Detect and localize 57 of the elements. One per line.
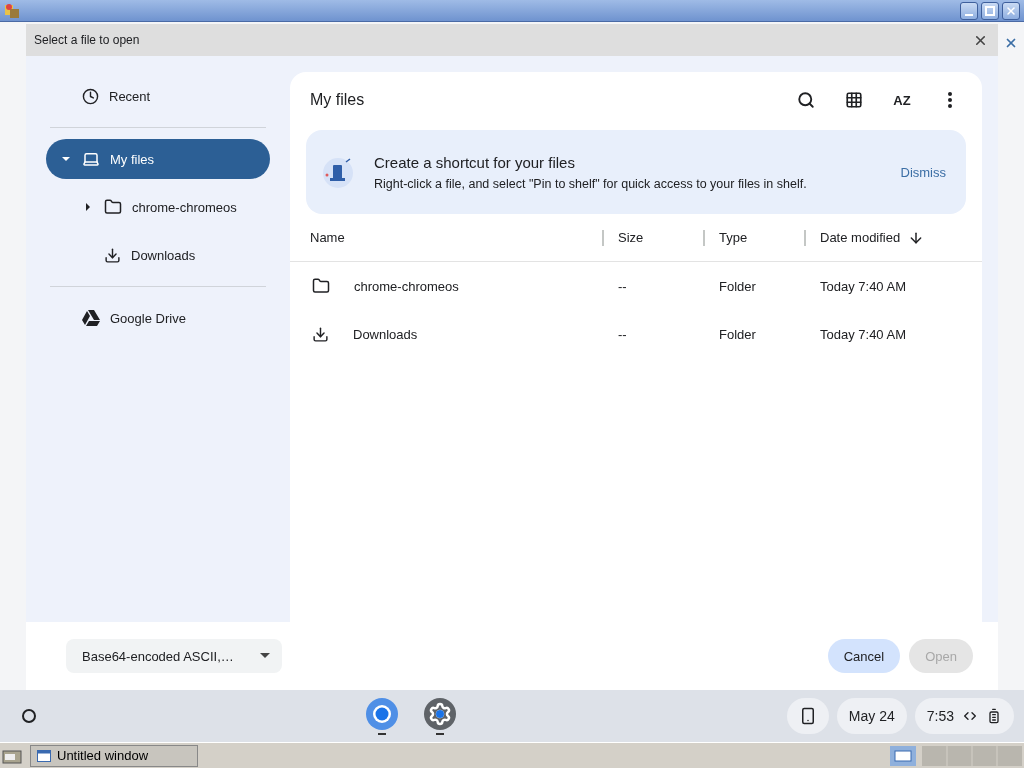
column-header[interactable]: Type: [719, 230, 748, 245]
maximize-icon: [985, 5, 995, 16]
size-cell-text: --: [617, 326, 628, 342]
clock-time: 7:53: [926, 708, 954, 724]
date-cell-text: Today 7:40 AM: [819, 278, 907, 294]
sidebar-item[interactable]: Google Drive: [46, 298, 270, 338]
file-name[interactable]: chrome-chromeos: [354, 278, 459, 294]
date-cell-text: Today 7:40 AM: [819, 326, 907, 342]
close-icon: [1005, 4, 1017, 17]
phone-hub-button[interactable]: [786, 698, 829, 734]
dialog-title: Select a file to open: [34, 33, 140, 47]
taskbar-window-button[interactable]: Untitled window: [30, 744, 198, 767]
launcher-icon[interactable]: [22, 709, 36, 723]
size-cell-text: --: [617, 278, 628, 294]
file-type-dropdown[interactable]: Base64-encoded ASCII,…: [66, 639, 282, 673]
download-icon: [104, 246, 121, 264]
status-tray[interactable]: 7:53: [914, 698, 1014, 734]
desktop-pager-icon[interactable]: [890, 745, 916, 766]
date-button[interactable]: May 24: [836, 698, 907, 734]
banner-text: Right-click a file, and select "Pin to shelf" for quick access to your files in shelf.: [374, 176, 808, 191]
close-button[interactable]: [1002, 1, 1020, 20]
sidebar-item[interactable]: Recent: [46, 76, 270, 116]
window-icon: [37, 749, 51, 762]
file-name[interactable]: Downloads: [353, 326, 418, 342]
column-header[interactable]: Size: [618, 230, 644, 245]
clock-icon: [82, 87, 99, 105]
minimize-icon: [965, 13, 973, 16]
browser-app-icon[interactable]: [364, 696, 401, 736]
download-icon: [312, 325, 329, 343]
drive-icon: [82, 310, 100, 326]
sidebar-item[interactable]: My files: [46, 139, 270, 179]
laptop-icon: [82, 150, 100, 168]
sort-button[interactable]: AZ: [882, 80, 922, 120]
battery-icon: [986, 708, 1002, 724]
type-cell-text: Folder: [718, 278, 757, 294]
expanded-caret-icon[interactable]: [62, 155, 70, 163]
settings-app-icon[interactable]: [422, 696, 459, 736]
folder-title: My files: [310, 91, 365, 109]
dropdown-caret-icon: [260, 653, 270, 659]
column-header[interactable]: Date modified: [820, 230, 901, 245]
background-close-icon[interactable]: [1004, 36, 1018, 50]
banner-title: Create a shortcut for your files: [374, 153, 576, 171]
grid-icon: [845, 91, 863, 109]
sidebar-item[interactable]: chrome-chromeos: [46, 187, 270, 227]
more-icon: [948, 92, 952, 108]
collapsed-caret-icon[interactable]: [84, 203, 92, 211]
type-cell-text: Folder: [718, 326, 757, 342]
folder-icon: [104, 198, 122, 216]
sidebar-item[interactable]: Downloads: [46, 235, 270, 275]
app-icon: [4, 2, 20, 19]
minimize-button[interactable]: [960, 1, 978, 20]
maximize-button[interactable]: [981, 1, 999, 20]
column-header[interactable]: Name: [310, 230, 345, 245]
search-icon: [797, 91, 815, 109]
cancel-button[interactable]: Cancel: [827, 639, 901, 673]
dismiss-button[interactable]: Dismiss: [900, 164, 946, 180]
folder-icon: [312, 277, 330, 295]
